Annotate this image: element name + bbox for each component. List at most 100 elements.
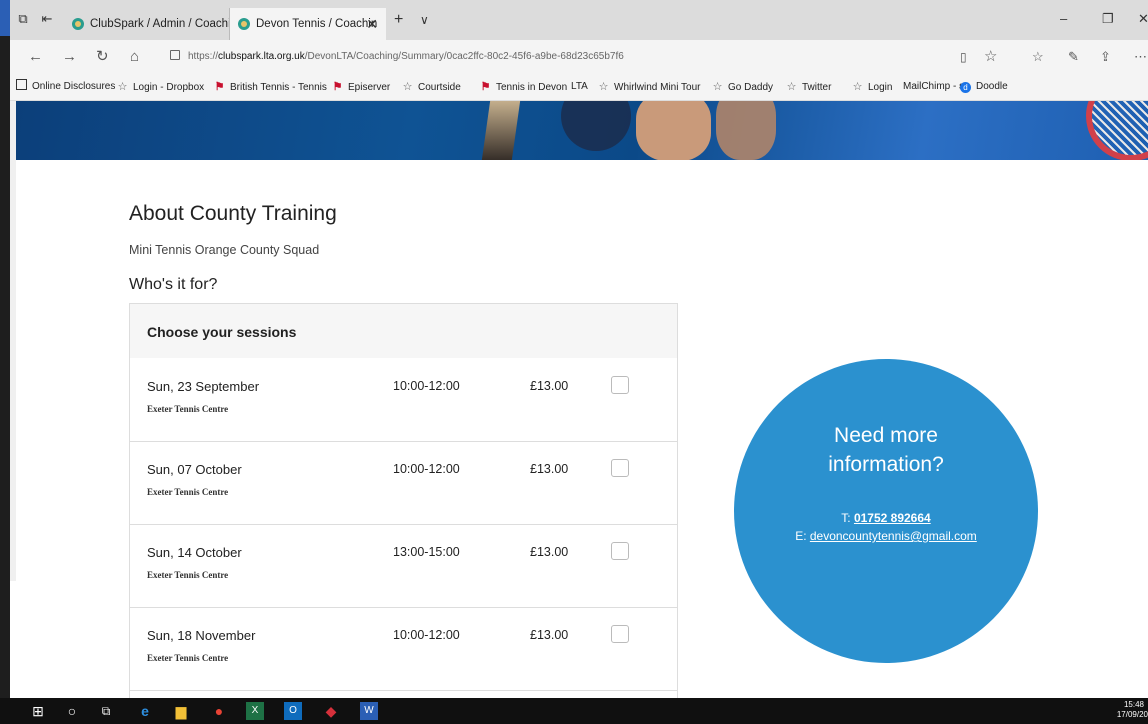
favorite-label: MailChimp - ε	[903, 81, 964, 92]
favorite-twitter[interactable]: ☆ Twitter	[786, 74, 832, 100]
page-title: About County Training	[129, 202, 337, 225]
player-silhouette-shape	[561, 101, 631, 151]
favorite-mailchimp[interactable]: MailChimp - ε	[903, 74, 964, 100]
url-prefix: https://	[188, 51, 219, 62]
favorites-hub-icon[interactable]: ☆	[1032, 48, 1044, 66]
excel-icon[interactable]: X	[246, 702, 264, 720]
minimize-icon[interactable]: –	[1060, 12, 1067, 26]
session-price: £13.00	[530, 545, 569, 559]
star-icon: ☆	[598, 81, 609, 93]
forward-arrow-icon[interactable]: →	[62, 48, 77, 66]
session-row[interactable]: Sun, 07 October Exeter Tennis Centre 10:…	[130, 441, 677, 525]
favorite-label: Tennis in Devon	[496, 82, 568, 93]
favorite-lta[interactable]: LTA	[571, 74, 588, 100]
browser-nav-bar: ← → ↻ ⌂ https://clubspark.lta.org.uk/Dev…	[10, 40, 1148, 74]
star-icon: ☆	[852, 81, 863, 93]
session-checkbox[interactable]	[611, 625, 629, 643]
favorite-label: Login	[868, 82, 893, 93]
close-tab-icon[interactable]: ✕	[366, 8, 378, 40]
session-row[interactable]: Sun, 23 September Exeter Tennis Centre 1…	[130, 358, 677, 442]
session-checkbox[interactable]	[611, 459, 629, 477]
file-explorer-icon[interactable]: ▆	[172, 702, 190, 720]
star-icon: ☆	[117, 81, 128, 93]
shield-app-icon[interactable]: ◆	[322, 702, 340, 720]
new-tab-icon[interactable]: +	[394, 12, 403, 28]
set-aside-tabs-icon[interactable]: ⇤	[40, 12, 54, 26]
tab-actions-icon[interactable]: ⧉	[16, 12, 30, 26]
outlook-icon[interactable]: O	[284, 702, 302, 720]
session-venue: Exeter Tennis Centre	[147, 404, 229, 414]
session-date: Sun, 18 November	[147, 628, 256, 643]
window-edge	[0, 0, 10, 724]
favorite-star-icon[interactable]: ☆	[984, 48, 997, 66]
edge-browser-icon[interactable]: e	[136, 702, 154, 720]
session-venue: Exeter Tennis Centre	[147, 570, 229, 580]
phone-prefix: T:	[841, 511, 854, 525]
session-row[interactable]: Sun, 18 November Exeter Tennis Centre 10…	[130, 607, 677, 691]
chrome-icon[interactable]: ●	[210, 702, 228, 720]
word-icon[interactable]: W	[360, 702, 378, 720]
favorite-label: Online Disclosures	[32, 81, 116, 92]
share-icon[interactable]: ⇪	[1100, 48, 1111, 66]
more-icon[interactable]: ⋯	[1134, 48, 1147, 66]
refresh-icon[interactable]: ↻	[96, 48, 109, 66]
favorite-label: Login - Dropbox	[133, 82, 205, 93]
favorite-whirlwind[interactable]: ☆ Whirlwind Mini Tour	[598, 74, 701, 100]
flag-icon: ⚑	[332, 81, 343, 93]
url-path: /DevonLTA/Coaching/Summary/0cac2ffc-80c2…	[304, 51, 624, 62]
task-view-icon[interactable]: ⧉	[98, 702, 114, 720]
session-checkbox[interactable]	[611, 376, 629, 394]
email-link[interactable]: devoncountytennis@gmail.com	[810, 529, 977, 543]
session-venue: Exeter Tennis Centre	[147, 487, 229, 497]
session-time: 10:00-12:00	[393, 462, 460, 476]
browser-tab-bar: ⧉ ⇤ ClubSpark / Admin / Coachi Devon Ten…	[10, 0, 1148, 40]
favorite-label: Courtside	[418, 82, 461, 93]
session-row[interactable]: Sun, 14 October Exeter Tennis Centre 13:…	[130, 524, 677, 608]
search-circle-icon[interactable]: ○	[64, 702, 80, 720]
favorite-online-disclosures[interactable]: Online Disclosures	[16, 74, 115, 100]
close-window-icon[interactable]: ✕	[1138, 12, 1148, 26]
session-price: £13.00	[530, 462, 569, 476]
windows-start-icon[interactable]: ⊞	[30, 702, 46, 720]
player-face-shape	[636, 101, 711, 160]
restore-icon[interactable]: ❐	[1102, 12, 1114, 26]
tab-menu-chevron-icon[interactable]: ∨	[420, 13, 429, 27]
home-icon[interactable]: ⌂	[130, 48, 139, 66]
sessions-heading: Choose your sessions	[147, 324, 297, 340]
flag-icon: ⚑	[480, 81, 491, 93]
tab-clubspark-admin[interactable]: ClubSpark / Admin / Coachi	[64, 8, 230, 40]
pen-icon[interactable]: ✎	[1068, 48, 1079, 66]
tab-devon-tennis[interactable]: Devon Tennis / Coachin ✕	[230, 8, 386, 40]
session-venue: Exeter Tennis Centre	[147, 653, 229, 663]
session-date: Sun, 14 October	[147, 545, 242, 560]
session-checkbox[interactable]	[611, 542, 629, 560]
taskbar: ⊞ ○ ⧉ e ▆ ● X O ◆ W 15:48 17/09/20	[0, 698, 1148, 724]
page-icon	[16, 79, 27, 90]
clock-date[interactable]: 17/09/20	[1117, 710, 1148, 719]
info-heading-line2: information?	[828, 453, 944, 476]
tab-label: ClubSpark / Admin / Coachi	[90, 18, 230, 30]
clock-time[interactable]: 15:48	[1124, 700, 1144, 709]
favorite-courtside[interactable]: ☆ Courtside	[402, 74, 461, 100]
favorite-login[interactable]: ☆ Login	[852, 74, 893, 100]
clubspark-favicon	[72, 18, 84, 30]
favorite-go-daddy[interactable]: ☆ Go Daddy	[712, 74, 773, 100]
favorite-british-tennis[interactable]: ⚑ British Tennis - Tennis	[214, 74, 327, 100]
address-bar[interactable]: https://clubspark.lta.org.uk/DevonLTA/Co…	[170, 46, 1010, 68]
favorite-login-dropbox[interactable]: ☆ Login - Dropbox	[117, 74, 205, 100]
sessions-panel: Choose your sessions Sun, 23 September E…	[129, 303, 678, 724]
session-date: Sun, 07 October	[147, 462, 242, 477]
clubspark-favicon	[238, 18, 250, 30]
email-prefix: E:	[795, 529, 810, 543]
favorite-episerver[interactable]: ⚑ Episerver	[332, 74, 391, 100]
favorite-label: LTA	[571, 81, 588, 92]
back-arrow-icon[interactable]: ←	[28, 48, 43, 66]
racket-handle-shape	[481, 101, 521, 160]
racket-head-shape	[1086, 101, 1148, 160]
phone-link[interactable]: 01752 892664	[854, 511, 931, 525]
star-icon: ☆	[402, 81, 413, 93]
favorite-doodle[interactable]: d Doodle	[960, 74, 1008, 100]
lock-icon	[170, 50, 180, 60]
favorite-tennis-in-devon[interactable]: ⚑ Tennis in Devon	[480, 74, 568, 100]
reading-view-icon[interactable]: ▯	[960, 48, 967, 66]
